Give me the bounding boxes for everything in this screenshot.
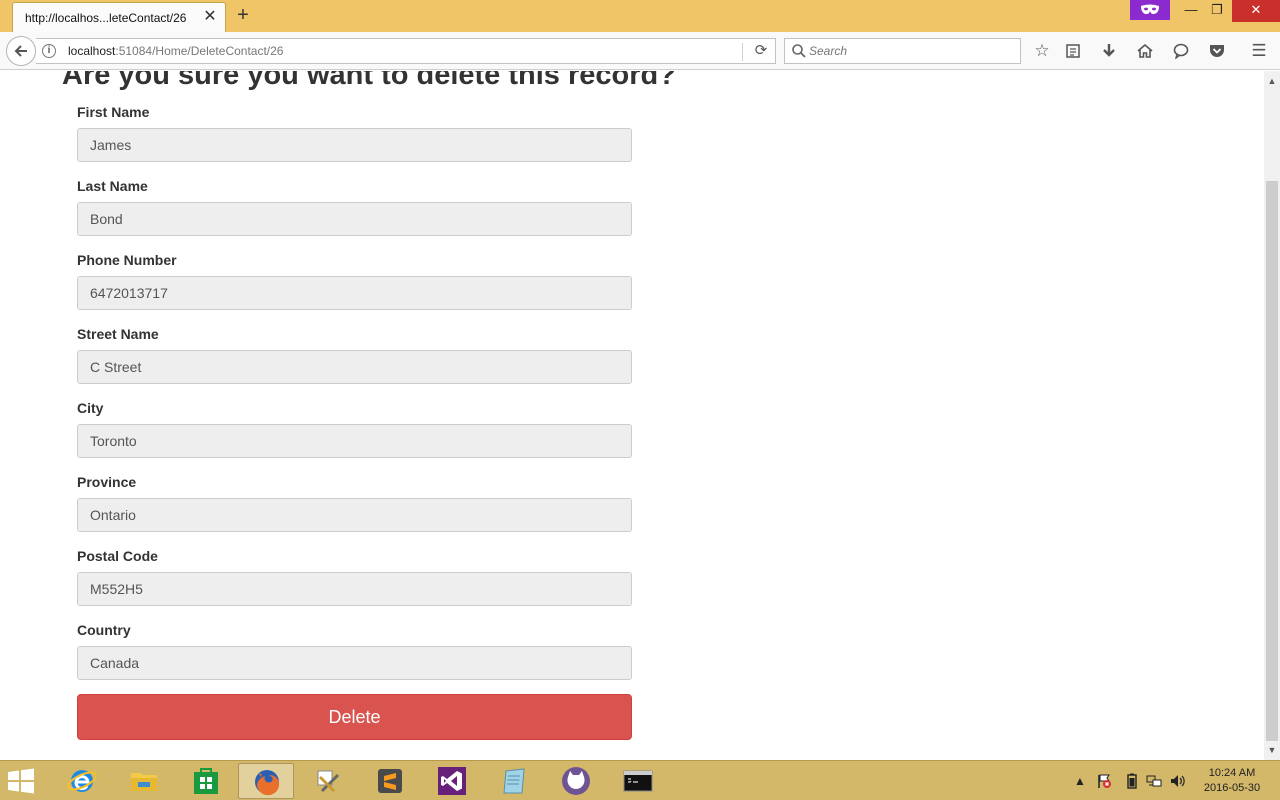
speaker-volume-icon[interactable] <box>1170 773 1186 789</box>
country-field[interactable] <box>78 647 607 679</box>
close-window-icon[interactable]: ✕ <box>1232 0 1280 22</box>
phone-number-addon <box>606 277 631 309</box>
search-input[interactable] <box>809 42 1009 60</box>
scroll-up-arrow-icon[interactable]: ▲ <box>1264 73 1280 89</box>
back-arrow-icon[interactable] <box>6 36 36 66</box>
tab-title: http://localhos...leteContact/26 <box>25 11 187 25</box>
form-group-phone-number: Phone Number <box>77 252 632 310</box>
street-name-field[interactable] <box>78 351 607 383</box>
hamburger-menu-icon[interactable]: ☰ <box>1248 40 1270 62</box>
postal-code-field[interactable] <box>78 573 607 605</box>
show-hidden-icons-icon[interactable]: ▲ <box>1072 773 1088 789</box>
city-input-group <box>77 424 632 458</box>
province-label: Province <box>77 474 137 490</box>
country-addon <box>606 647 631 679</box>
form-group-postal-code: Postal Code <box>77 548 632 606</box>
phone-number-label: Phone Number <box>77 252 177 268</box>
street-name-input-group <box>77 350 632 384</box>
last-name-field[interactable] <box>78 203 607 235</box>
city-field[interactable] <box>78 425 607 457</box>
minimize-window-icon[interactable]: — <box>1178 0 1204 22</box>
province-addon <box>606 499 631 531</box>
first-name-label: First Name <box>77 104 150 120</box>
country-input-group <box>77 646 632 680</box>
postal-code-input-group <box>77 572 632 606</box>
province-input-group <box>77 498 632 532</box>
chat-bubble-icon[interactable] <box>1170 40 1192 62</box>
command-prompt-icon[interactable] <box>610 763 666 799</box>
notepad-icon[interactable] <box>486 763 542 799</box>
search-icon <box>792 44 806 58</box>
bookmark-star-icon[interactable]: ☆ <box>1031 40 1053 62</box>
visual-studio-icon[interactable] <box>424 763 480 799</box>
internet-explorer-icon[interactable] <box>54 763 110 799</box>
network-icon[interactable] <box>1146 773 1162 789</box>
page-viewport: Are you sure you want to delete this rec… <box>0 71 1264 760</box>
download-arrow-icon[interactable] <box>1098 40 1120 62</box>
taskbar-clock[interactable]: 10:24 AM 2016-05-30 <box>1196 766 1268 796</box>
action-center-flag-icon[interactable] <box>1096 773 1112 789</box>
restore-window-icon[interactable]: ❐ <box>1204 0 1230 22</box>
github-desktop-icon[interactable] <box>548 763 604 799</box>
private-browsing-mask-icon <box>1130 0 1170 20</box>
page-scrollbar[interactable]: ▲ ▼ <box>1264 71 1280 760</box>
home-icon[interactable] <box>1134 40 1156 62</box>
browser-tab-bar: http://localhos...leteContact/26 ✕ + — ❐… <box>0 0 1280 32</box>
last-name-label: Last Name <box>77 178 148 194</box>
address-bar[interactable]: i localhost:51084/Home/DeleteContact/26 … <box>36 38 776 64</box>
sublime-text-icon[interactable] <box>362 763 418 799</box>
first-name-field[interactable] <box>78 129 607 161</box>
site-info-icon[interactable]: i <box>42 44 56 58</box>
url-separator <box>742 43 743 61</box>
tools-icon[interactable] <box>300 763 356 799</box>
postal-code-addon <box>606 573 631 605</box>
last-name-input-group <box>77 202 632 236</box>
clock-date: 2016-05-30 <box>1203 782 1261 794</box>
new-tab-icon[interactable]: + <box>232 4 254 26</box>
close-tab-icon[interactable]: ✕ <box>201 8 219 26</box>
first-name-input-group <box>77 128 632 162</box>
windows-start-icon[interactable] <box>6 767 42 797</box>
url-text[interactable]: localhost:51084/Home/DeleteContact/26 <box>68 44 283 58</box>
city-label: City <box>77 400 104 416</box>
page-heading: Are you sure you want to delete this rec… <box>62 71 676 91</box>
scroll-down-arrow-icon[interactable]: ▼ <box>1264 742 1280 758</box>
street-name-addon <box>606 351 631 383</box>
phone-number-field[interactable] <box>78 277 607 309</box>
form-group-province: Province <box>77 474 632 532</box>
country-label: Country <box>77 622 131 638</box>
delete-button[interactable]: Delete <box>77 694 632 740</box>
province-field[interactable] <box>78 499 607 531</box>
windows-taskbar: ▲ 10:24 AM 2016-05-30 <box>0 760 1280 800</box>
firefox-icon[interactable] <box>238 763 294 799</box>
scroll-thumb[interactable] <box>1266 181 1278 741</box>
street-name-label: Street Name <box>77 326 159 342</box>
clock-time: 10:24 AM <box>1208 767 1256 779</box>
browser-toolbar: i localhost:51084/Home/DeleteContact/26 … <box>0 32 1280 70</box>
first-name-addon <box>606 129 631 161</box>
postal-code-label: Postal Code <box>77 548 158 564</box>
form-group-last-name: Last Name <box>77 178 632 236</box>
phone-number-input-group <box>77 276 632 310</box>
pocket-icon[interactable] <box>1206 40 1228 62</box>
browser-tab[interactable]: http://localhos...leteContact/26 ✕ <box>12 2 226 32</box>
search-bar[interactable] <box>784 38 1021 64</box>
form-group-country: Country <box>77 622 632 680</box>
form-group-city: City <box>77 400 632 458</box>
form-group-street-name: Street Name <box>77 326 632 384</box>
form-group-first-name: First Name <box>77 104 632 162</box>
windows-store-icon[interactable] <box>178 763 234 799</box>
reload-icon[interactable]: ⟳ <box>752 42 770 60</box>
city-addon <box>606 425 631 457</box>
file-explorer-icon[interactable] <box>116 763 172 799</box>
reading-list-icon[interactable] <box>1062 40 1084 62</box>
battery-icon[interactable] <box>1124 773 1140 789</box>
last-name-addon <box>606 203 631 235</box>
